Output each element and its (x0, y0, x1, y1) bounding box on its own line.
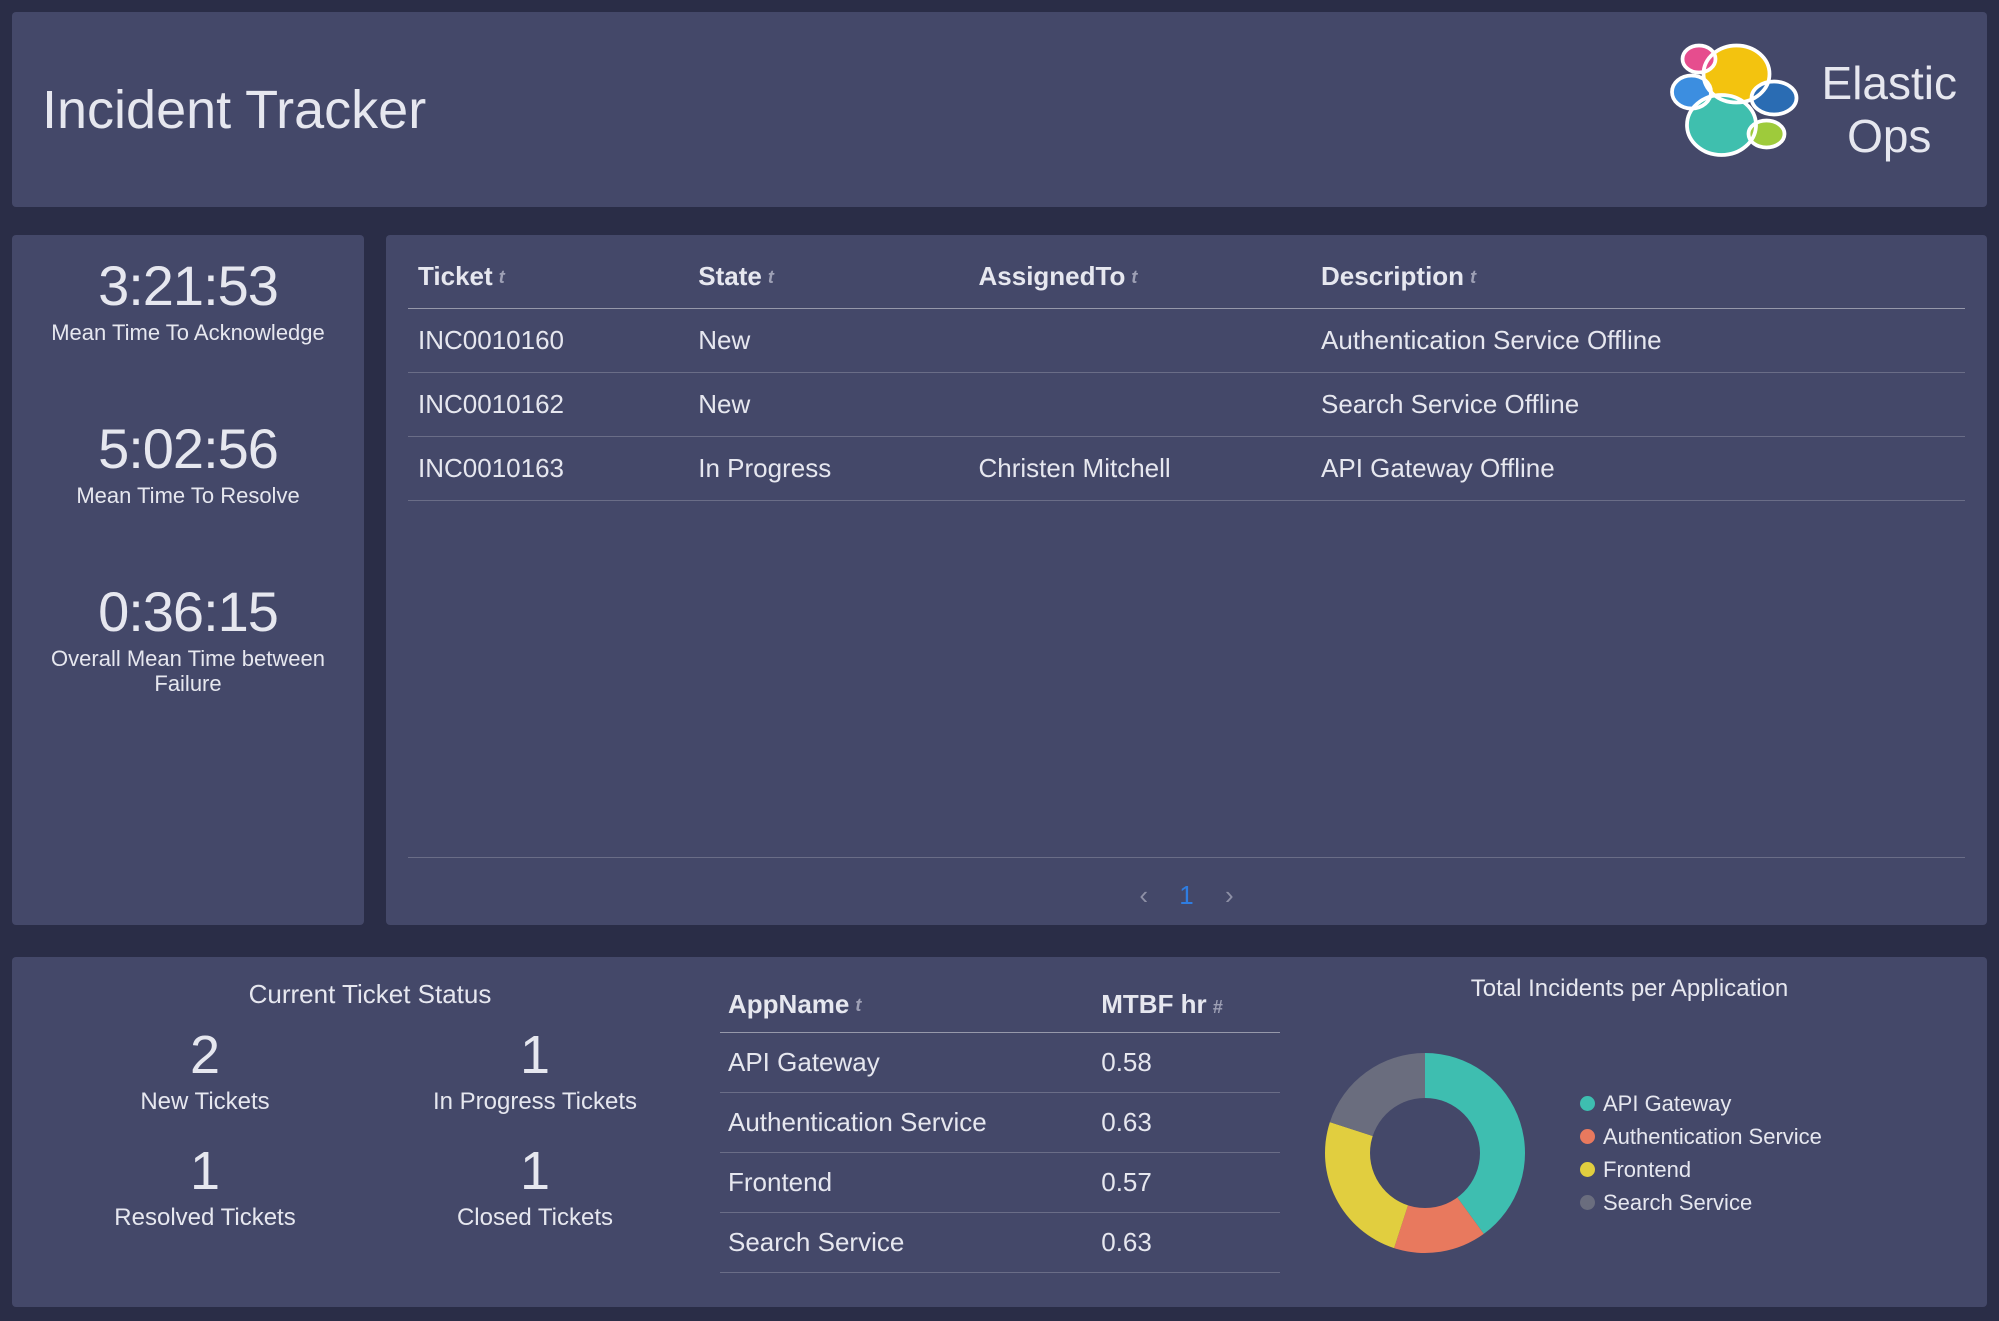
cell-ticket: INC0010163 (408, 437, 688, 501)
cell-ticket: INC0010160 (408, 309, 688, 373)
mtta-value: 3:21:53 (12, 253, 364, 318)
table-row[interactable]: Authentication Service 0.63 (720, 1093, 1280, 1153)
cell-app: Search Service (720, 1213, 1093, 1273)
text-type-icon: t (1131, 267, 1137, 287)
cell-app: API Gateway (720, 1033, 1093, 1093)
table-row[interactable]: INC0010162 New Search Service Offline (408, 373, 1965, 437)
legend-swatch-icon (1580, 1129, 1595, 1144)
cell-desc: Authentication Service Offline (1311, 309, 1965, 373)
stat-new-tickets: 2 New Tickets (40, 1024, 370, 1116)
cell-state: In Progress (688, 437, 968, 501)
cell-state: New (688, 309, 968, 373)
text-type-icon: t (855, 995, 861, 1015)
col-description[interactable]: Descriptiont (1311, 243, 1965, 309)
mtta-label: Mean Time To Acknowledge (12, 320, 364, 346)
donut-title: Total Incidents per Application (1300, 971, 1959, 1013)
ticket-status-box: Current Ticket Status 2 New Tickets 1 In… (40, 971, 700, 1293)
brand-line2: Ops (1822, 110, 1957, 163)
ticket-status-title: Current Ticket Status (40, 971, 700, 1014)
col-state[interactable]: Statet (688, 243, 968, 309)
cell-mtbf: 0.63 (1093, 1093, 1280, 1153)
elastic-logo-icon (1654, 32, 1804, 187)
page-title: Incident Tracker (42, 79, 1654, 141)
metric-mttr: 5:02:56 Mean Time To Resolve (12, 416, 364, 509)
stat-number: 1 (370, 1140, 700, 1202)
legend-item[interactable]: Authentication Service (1580, 1120, 1822, 1153)
mttr-label: Mean Time To Resolve (12, 483, 364, 509)
donut-chart-icon (1300, 1028, 1550, 1278)
mtbf-table-box: AppNamet MTBF hr# API Gateway 0.58 Authe… (720, 971, 1280, 1293)
stat-resolved-tickets: 1 Resolved Tickets (40, 1140, 370, 1232)
cell-desc: API Gateway Offline (1311, 437, 1965, 501)
brand-block: Elastic Ops (1654, 32, 1957, 187)
table-row[interactable]: API Gateway 0.58 (720, 1033, 1280, 1093)
col-mtbf[interactable]: MTBF hr# (1093, 977, 1280, 1033)
stat-inprogress-tickets: 1 In Progress Tickets (370, 1024, 700, 1116)
cell-state: New (688, 373, 968, 437)
legend-swatch-icon (1580, 1195, 1595, 1210)
stat-closed-tickets: 1 Closed Tickets (370, 1140, 700, 1232)
col-assigned[interactable]: AssignedTot (969, 243, 1312, 309)
donut-box: Total Incidents per Application API Gate… (1300, 971, 1959, 1293)
legend-swatch-icon (1580, 1096, 1595, 1111)
table-spacer (408, 501, 1965, 858)
legend-label: Authentication Service (1603, 1120, 1822, 1153)
tickets-panel: Tickett Statet AssignedTot Descriptiont (386, 235, 1987, 925)
table-row[interactable]: INC0010163 In Progress Christen Mitchell… (408, 437, 1965, 501)
stat-number: 1 (40, 1140, 370, 1202)
mttr-value: 5:02:56 (12, 416, 364, 481)
tickets-header-row: Tickett Statet AssignedTot Descriptiont (408, 243, 1965, 309)
legend-label: Frontend (1603, 1153, 1691, 1186)
legend-item[interactable]: Frontend (1580, 1153, 1822, 1186)
pager-next-icon[interactable]: › (1211, 880, 1248, 910)
legend-item[interactable]: Search Service (1580, 1186, 1822, 1219)
metric-mtbf: 0:36:15 Overall Mean Time between Failur… (12, 579, 364, 697)
pager-current-page[interactable]: 1 (1169, 880, 1203, 910)
stat-label: In Progress Tickets (370, 1088, 700, 1116)
legend-swatch-icon (1580, 1162, 1595, 1177)
pager-prev-icon[interactable]: ‹ (1125, 880, 1162, 910)
text-type-icon: t (499, 267, 505, 287)
col-appname[interactable]: AppNamet (720, 977, 1093, 1033)
cell-desc: Search Service Offline (1311, 373, 1965, 437)
cell-app: Authentication Service (720, 1093, 1093, 1153)
cell-app: Frontend (720, 1153, 1093, 1213)
mtbf-label: Overall Mean Time between Failure (12, 646, 364, 697)
donut-legend: API Gateway Authentication Service Front… (1580, 1087, 1822, 1219)
col-ticket[interactable]: Tickett (408, 243, 688, 309)
table-row[interactable]: Frontend 0.57 (720, 1153, 1280, 1213)
legend-label: Search Service (1603, 1186, 1752, 1219)
tickets-table: Tickett Statet AssignedTot Descriptiont (408, 243, 1965, 501)
cell-assigned (969, 309, 1312, 373)
legend-item[interactable]: API Gateway (1580, 1087, 1822, 1120)
stat-number: 2 (40, 1024, 370, 1086)
number-type-icon: # (1213, 997, 1223, 1017)
brand-line1: Elastic (1822, 57, 1957, 110)
stat-label: Resolved Tickets (40, 1204, 370, 1232)
metrics-panel: 3:21:53 Mean Time To Acknowledge 5:02:56… (12, 235, 364, 925)
cell-mtbf: 0.58 (1093, 1033, 1280, 1093)
table-row[interactable]: Search Service 0.63 (720, 1213, 1280, 1273)
mtbf-value: 0:36:15 (12, 579, 364, 644)
metric-mtta: 3:21:53 Mean Time To Acknowledge (12, 253, 364, 346)
brand-text: Elastic Ops (1822, 57, 1957, 163)
stat-label: Closed Tickets (370, 1204, 700, 1232)
cell-mtbf: 0.63 (1093, 1213, 1280, 1273)
pager: ‹ 1 › (408, 872, 1965, 913)
cell-ticket: INC0010162 (408, 373, 688, 437)
dashboard-page: Incident Tracker (0, 0, 1999, 1321)
stat-number: 1 (370, 1024, 700, 1086)
bottom-panel: Current Ticket Status 2 New Tickets 1 In… (12, 957, 1987, 1307)
legend-label: API Gateway (1603, 1087, 1731, 1120)
stat-label: New Tickets (40, 1088, 370, 1116)
table-row[interactable]: INC0010160 New Authentication Service Of… (408, 309, 1965, 373)
text-type-icon: t (768, 267, 774, 287)
cell-assigned (969, 373, 1312, 437)
cell-mtbf: 0.57 (1093, 1153, 1280, 1213)
text-type-icon: t (1470, 267, 1476, 287)
cell-assigned: Christen Mitchell (969, 437, 1312, 501)
header-panel: Incident Tracker (12, 12, 1987, 207)
mtbf-table: AppNamet MTBF hr# API Gateway 0.58 Authe… (720, 977, 1280, 1273)
